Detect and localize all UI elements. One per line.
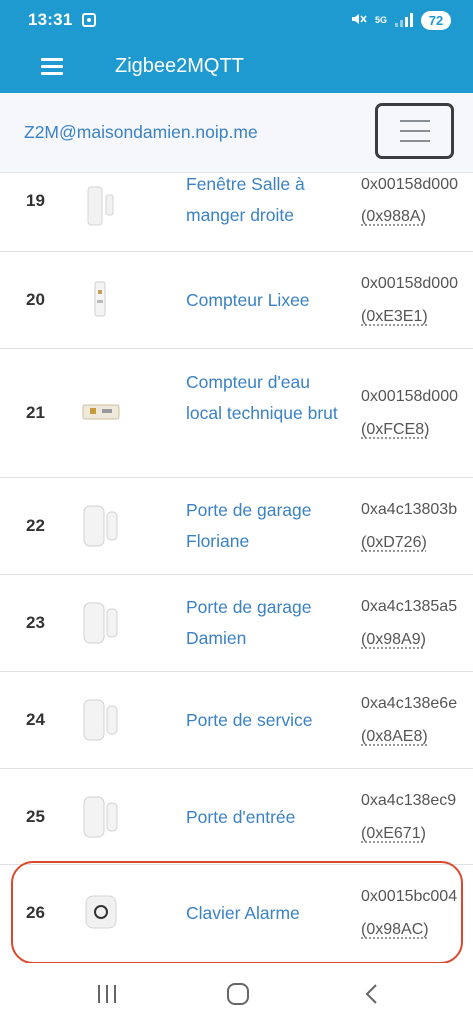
door-sensor-icon	[82, 696, 120, 744]
device-ieee: 0xa4c138ec9	[361, 792, 457, 809]
device-ieee: 0xa4c138e6e	[361, 695, 458, 712]
table-row[interactable]: 19 Fenêtre Salle à manger droite 0x00158…	[0, 173, 473, 252]
device-ieee: 0xa4c1385a5	[361, 598, 458, 615]
device-nwk: (0x98A9)	[361, 631, 426, 648]
device-index: 22	[26, 516, 45, 535]
module-icon	[82, 389, 120, 437]
table-row[interactable]: 20 Compteur Lixee 0x00158d000 (0xE3E1)	[0, 252, 473, 349]
status-time: 13:31	[28, 10, 73, 29]
battery-badge: 72	[421, 10, 451, 30]
app-bar: Zigbee2MQTT	[0, 40, 473, 93]
device-name-link[interactable]: Compteur d'eau local technique brut	[186, 367, 346, 429]
highlight-outline	[11, 861, 463, 964]
device-ieee: 0x00158d000	[361, 388, 458, 405]
device-table: 19 Fenêtre Salle à manger droite 0x00158…	[0, 173, 473, 963]
table-row[interactable]: 24 Porte de service 0xa4c138e6e (0x8AE8)	[0, 672, 473, 769]
device-name-link[interactable]: Porte de garage Floriane	[186, 495, 346, 557]
menu-toggle-icon[interactable]	[375, 103, 454, 159]
device-nwk: (0xE671)	[361, 825, 426, 842]
recent-apps-icon[interactable]	[92, 979, 122, 1009]
device-nwk: (0x988A)	[361, 208, 426, 225]
device-index: 24	[26, 710, 45, 729]
device-nwk: (0x8AE8)	[361, 728, 428, 745]
home-icon[interactable]	[223, 979, 253, 1009]
table-row[interactable]: 21 Compteur d'eau local technique brut 0…	[0, 349, 473, 478]
back-icon[interactable]	[356, 979, 386, 1009]
device-nwk: (0xE3E1)	[361, 308, 428, 325]
device-name-link[interactable]: Compteur Lixee	[186, 285, 346, 316]
table-row[interactable]: 22 Porte de garage Floriane 0xa4c13803b …	[0, 478, 473, 575]
app-title: Zigbee2MQTT	[115, 55, 244, 77]
table-row[interactable]: 23 Porte de garage Damien 0xa4c1385a5 (0…	[0, 575, 473, 672]
device-name-link[interactable]: Porte de garage Damien	[186, 592, 346, 654]
door-sensor-icon	[82, 502, 120, 550]
dongle-icon	[82, 276, 120, 324]
device-index: 23	[26, 613, 45, 632]
device-ieee: 0x00158d000	[361, 176, 458, 193]
device-ieee: 0xa4c13803b	[361, 501, 458, 518]
mute-icon	[351, 12, 367, 29]
device-index: 21	[26, 403, 45, 422]
site-navbar: Z2M@maisondamien.noip.me	[0, 93, 473, 173]
door-sensor-icon	[82, 793, 120, 841]
device-name-link[interactable]: Porte d'entrée	[186, 802, 346, 833]
navbar-brand[interactable]: Z2M@maisondamien.noip.me	[24, 122, 258, 143]
device-index: 20	[26, 290, 45, 309]
device-index: 25	[26, 807, 45, 826]
screen-record-icon	[82, 13, 97, 27]
network-type: 5G	[374, 14, 387, 25]
device-index: 19	[26, 191, 45, 210]
device-nwk: (0xFCE8)	[361, 421, 430, 438]
table-row[interactable]: 25 Porte d'entrée 0xa4c138ec9 (0xE671)	[0, 769, 473, 865]
system-nav-bar	[0, 963, 473, 1024]
signal-icon	[395, 13, 413, 27]
device-ieee: 0x00158d000	[361, 275, 458, 292]
status-bar: 13:31 5G 72	[0, 0, 473, 40]
hamburger-icon[interactable]	[41, 58, 63, 75]
device-name-link[interactable]: Fenêtre Salle à manger droite	[186, 173, 346, 231]
device-name-link[interactable]: Porte de service	[186, 705, 346, 736]
window-sensor-icon	[82, 183, 120, 231]
door-sensor-icon	[82, 599, 120, 647]
device-nwk: (0xD726)	[361, 534, 427, 551]
